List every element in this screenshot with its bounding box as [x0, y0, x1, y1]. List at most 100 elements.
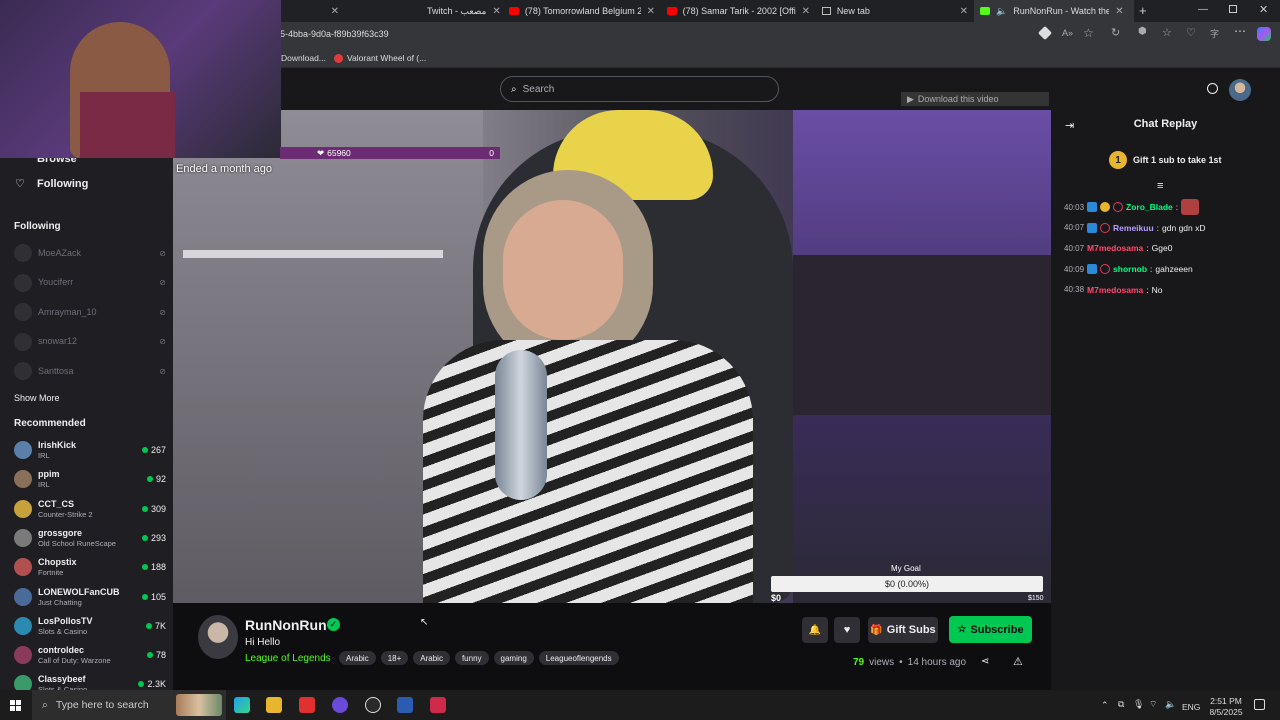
tray-clock[interactable]: 2:51 PM 8/5/2025	[1207, 696, 1245, 718]
user-avatar[interactable]	[1229, 79, 1251, 101]
tray-language[interactable]: ENG	[1182, 702, 1200, 712]
minimize-icon[interactable]: —	[1198, 4, 1208, 15]
sidebar-recommended-item[interactable]: Chopstix Fortnite 188	[14, 554, 166, 580]
favorites-icon[interactable]: ☆	[1162, 26, 1172, 39]
heart-icon[interactable]: ♡	[1186, 26, 1196, 39]
tag-chip[interactable]: gaming	[493, 651, 534, 665]
filter-icon[interactable]: ≡	[1157, 180, 1163, 192]
sidebar-following-item[interactable]: Youciferr ⊘	[14, 270, 166, 296]
goal-title: My Goal	[891, 564, 921, 573]
sidebar-recommended-item[interactable]: grossgore Old School RuneScape 293	[14, 525, 166, 551]
notification-center-icon[interactable]	[1254, 699, 1265, 710]
bookmark-item[interactable]: Download...	[281, 53, 326, 63]
viewer-count: 7K	[145, 621, 166, 631]
bookmark-item[interactable]: Valorant Wheel of (...	[334, 53, 426, 63]
extension-icon[interactable]: ⬢	[1138, 26, 1147, 37]
subscribe-button[interactable]: ☆ Subscribe	[949, 616, 1032, 643]
favorite-star-icon[interactable]: ☆	[1083, 26, 1094, 40]
edge-taskbar-icon[interactable]	[234, 697, 250, 713]
share-icon[interactable]: ⋖	[981, 656, 989, 667]
download-video-button[interactable]: ▶ Download this video	[901, 92, 1049, 106]
copilot-icon[interactable]	[1257, 27, 1271, 41]
maximize-icon[interactable]	[1229, 5, 1237, 13]
channel-avatar[interactable]	[198, 615, 238, 659]
discord-taskbar-icon[interactable]	[332, 697, 348, 713]
verified-icon: ✓	[327, 618, 340, 631]
translate-icon[interactable]: 字	[1210, 27, 1219, 40]
chat-username[interactable]: Zoro_Blade	[1126, 202, 1173, 212]
video-player[interactable]: ❤ 65960 0 Ended a month ago ▶ Download t…	[0, 0, 1051, 603]
tag-chip[interactable]: funny	[454, 651, 489, 665]
sidebar-following-nav[interactable]: Following	[37, 178, 88, 190]
sidebar-recommended-item[interactable]: CCT_CS Counter-Strike 2 309	[14, 496, 166, 522]
tray-mic-icon[interactable]: 🎙	[1133, 699, 1144, 710]
url-text[interactable]: 5-4bba-9d0a-f89b39f63c39	[280, 29, 389, 39]
new-tab-plus-icon[interactable]: +	[1139, 3, 1147, 18]
sidebar-recommended-item[interactable]: LONEWOLFanCUB Just Chatting 105	[14, 584, 166, 610]
chat-username[interactable]: M7medosama	[1087, 243, 1143, 253]
browser-tab-twitch[interactable]: Twitch - مصعب ✕	[345, 0, 503, 22]
close-tab-icon[interactable]: ✕	[331, 6, 339, 17]
tag-chip[interactable]: Leagueoflengends	[538, 651, 619, 665]
chat-username[interactable]: Remeikuu	[1113, 223, 1154, 233]
live-dot-icon	[141, 505, 148, 512]
tray-volume-icon[interactable]: 🔈	[1165, 699, 1176, 710]
app-taskbar-icon[interactable]	[299, 697, 315, 713]
channel-text: controldec Call of Duty: Warzone	[38, 645, 111, 665]
close-window-icon[interactable]: ✕	[1259, 3, 1268, 16]
channel-name: Classybeef	[38, 674, 86, 685]
chat-header: Chat Replay	[1133, 118, 1198, 130]
close-tab-icon[interactable]: ✕	[1115, 6, 1123, 17]
sub-badge-icon	[1087, 202, 1098, 212]
sidebar-recommended-item[interactable]: IrishKick IRL 267	[14, 437, 166, 463]
read-aloud-icon[interactable]: A»	[1062, 28, 1073, 38]
channel-name[interactable]: RunNonRun	[245, 617, 327, 633]
windows-start-icon[interactable]	[10, 700, 21, 711]
sidebar-recommended-item[interactable]: ppim IRL 92	[14, 466, 166, 492]
obs-taskbar-icon[interactable]	[365, 697, 381, 713]
browser-tab[interactable]: ✕	[280, 0, 345, 22]
report-warning-icon[interactable]: ⚠	[1013, 655, 1023, 668]
youtube-favicon-icon	[667, 7, 677, 15]
speaker-icon[interactable]: 🔈	[996, 6, 1007, 17]
close-tab-icon[interactable]: ✕	[802, 6, 810, 17]
close-tab-icon[interactable]: ✕	[960, 6, 968, 17]
sidebar-following-item[interactable]: Amrayman_10 ⊘	[14, 299, 166, 325]
more-menu-icon[interactable]: ⋯	[1234, 24, 1246, 38]
notifications-bell-button[interactable]: 🔔	[802, 617, 828, 643]
channel-name: IrishKick	[38, 440, 77, 450]
show-more-link[interactable]: Show More	[14, 393, 60, 403]
sidebar-following-item[interactable]: Santtosa ⊘	[14, 358, 166, 384]
word-taskbar-icon[interactable]	[397, 697, 413, 713]
follow-button[interactable]: ♥	[834, 617, 860, 643]
browser-tab-youtube[interactable]: (78) Samar Tarik - 2002 [Official ✕	[661, 0, 816, 22]
tray-network-icon[interactable]: ⧉	[1118, 699, 1124, 710]
offline-icon: ⊘	[159, 337, 166, 346]
sidebar-following-item[interactable]: MoeAZack ⊘	[14, 240, 166, 266]
tag-chip[interactable]: Arabic	[413, 651, 450, 665]
chat-username[interactable]: M7medosama	[1087, 285, 1143, 295]
valorant-favicon-icon	[334, 53, 343, 63]
tag-chip[interactable]: 18+	[380, 651, 409, 665]
browser-tab-youtube[interactable]: (78) Tomorrowland Belgium 2025 ✕	[503, 0, 661, 22]
file-explorer-icon[interactable]	[266, 697, 282, 713]
gift-subs-button[interactable]: 🎁 Gift Subs	[868, 617, 938, 643]
sidebar-following-item[interactable]: snowar12 ⊘	[14, 329, 166, 355]
valorant-taskbar-icon[interactable]	[430, 697, 446, 713]
close-tab-icon[interactable]: ✕	[492, 6, 500, 17]
browser-tab-newtab[interactable]: New tab ✕	[816, 0, 974, 22]
refresh-icon[interactable]: ↻	[1111, 26, 1120, 39]
close-tab-icon[interactable]: ✕	[647, 6, 655, 17]
sidebar-recommended-item[interactable]: LosPollosTV Slots & Casino 7K	[14, 613, 166, 639]
chat-username[interactable]: shornob	[1113, 264, 1147, 274]
sidebar-recommended-item[interactable]: controldec Call of Duty: Warzone 78	[14, 642, 166, 668]
search-input[interactable]: ⌕ Search	[500, 76, 779, 102]
tray-chevron-up-icon[interactable]: ⌃	[1101, 700, 1109, 711]
notifications-icon[interactable]	[1207, 83, 1218, 94]
tag-icon[interactable]	[1037, 25, 1053, 41]
gift-leaderboard[interactable]: 1 Gift 1 sub to take 1st	[1109, 151, 1222, 169]
tag-chip[interactable]: Arabic	[339, 651, 376, 665]
tray-wifi-icon[interactable]: ⌔	[1149, 699, 1157, 710]
browser-tab-active[interactable]: 🔈 RunNonRun - Watch the VO ✕	[974, 0, 1134, 22]
game-link[interactable]: League of Legends	[245, 653, 331, 664]
